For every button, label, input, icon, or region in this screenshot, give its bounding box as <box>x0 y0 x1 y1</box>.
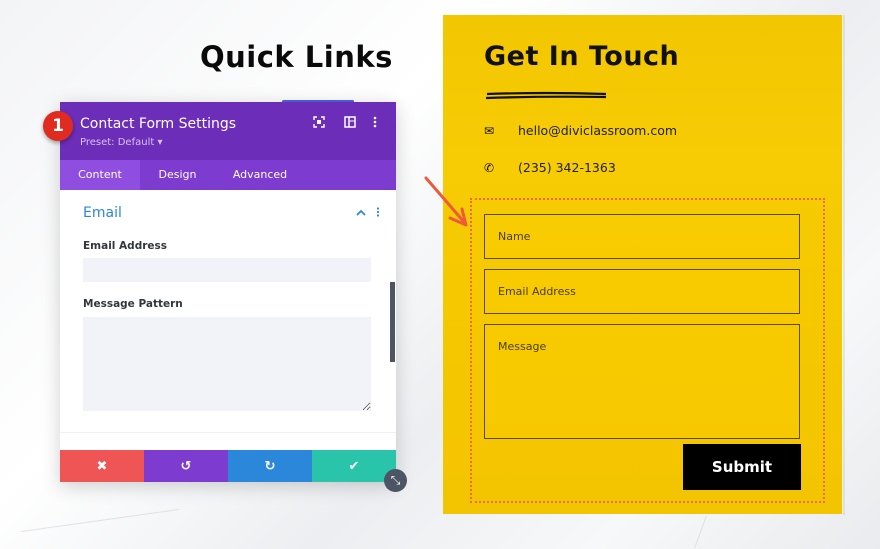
focus-icon[interactable] <box>311 116 327 132</box>
paper-crease <box>694 515 707 549</box>
message-pattern-textarea[interactable] <box>83 317 371 411</box>
contact-card: Get In Touch ✉ hello@diviclassroom.com ✆ (… <box>443 15 845 515</box>
email-address-input[interactable] <box>83 258 371 282</box>
title-scribble-divider <box>486 91 606 100</box>
phone-icon: ✆ <box>484 161 495 175</box>
contact-email-row: ✉ hello@diviclassroom.com <box>484 123 677 138</box>
modal-header[interactable]: Contact Form Settings Preset: Default ▾ <box>60 102 396 160</box>
message-field[interactable]: Message <box>484 324 800 439</box>
step-badge: 1 <box>43 111 73 141</box>
quick-links-heading: Quick Links <box>200 40 393 74</box>
message-pattern-label: Message Pattern <box>83 298 183 310</box>
resize-handle-icon[interactable]: ⤡ <box>384 469 407 492</box>
modal-footer: ✖ ↺ ↻ ✔ <box>60 450 396 482</box>
contact-email[interactable]: hello@diviclassroom.com <box>518 123 677 138</box>
tab-design[interactable]: Design <box>140 160 215 190</box>
contact-phone-row: ✆ (235) 342-1363 <box>484 160 616 175</box>
tab-content[interactable]: Content <box>60 160 140 190</box>
more-options-icon[interactable] <box>367 116 383 132</box>
modal-title: Contact Form Settings <box>80 116 237 132</box>
close-icon: ✖ <box>96 458 108 474</box>
submit-button[interactable]: Submit <box>683 444 801 490</box>
pointer-arrow-icon <box>424 176 468 227</box>
name-placeholder: Name <box>498 230 531 243</box>
message-placeholder: Message <box>498 340 547 353</box>
scrollbar[interactable] <box>390 282 395 362</box>
check-icon: ✔ <box>348 458 360 474</box>
collapse-chevron-icon[interactable] <box>356 206 366 220</box>
paper-fold <box>843 15 845 515</box>
discard-button[interactable]: ✖ <box>60 450 144 482</box>
section-divider <box>60 432 396 433</box>
envelope-icon: ✉ <box>484 124 495 138</box>
tab-advanced[interactable]: Advanced <box>220 160 300 190</box>
modal-body: Email Email Address Message Pattern <box>60 190 396 450</box>
paper-crease <box>20 508 180 533</box>
preset-dropdown[interactable]: Preset: Default ▾ <box>80 137 162 148</box>
section-more-icon[interactable] <box>376 206 380 220</box>
redo-button[interactable]: ↻ <box>228 450 312 482</box>
redo-icon: ↻ <box>264 458 276 474</box>
modal-tabs: Content Design Advanced <box>60 160 396 190</box>
contact-phone[interactable]: (235) 342-1363 <box>518 160 616 175</box>
split-view-icon[interactable] <box>342 116 358 132</box>
email-field[interactable]: Email Address <box>484 269 800 314</box>
section-title-email[interactable]: Email <box>83 205 122 221</box>
undo-button[interactable]: ↺ <box>144 450 228 482</box>
card-title: Get In Touch <box>484 41 680 72</box>
email-address-label: Email Address <box>83 240 168 252</box>
email-placeholder: Email Address <box>498 285 576 298</box>
name-field[interactable]: Name <box>484 214 800 259</box>
undo-icon: ↺ <box>180 458 192 474</box>
contact-form-settings-modal: Contact Form Settings Preset: Default ▾ … <box>60 102 396 482</box>
